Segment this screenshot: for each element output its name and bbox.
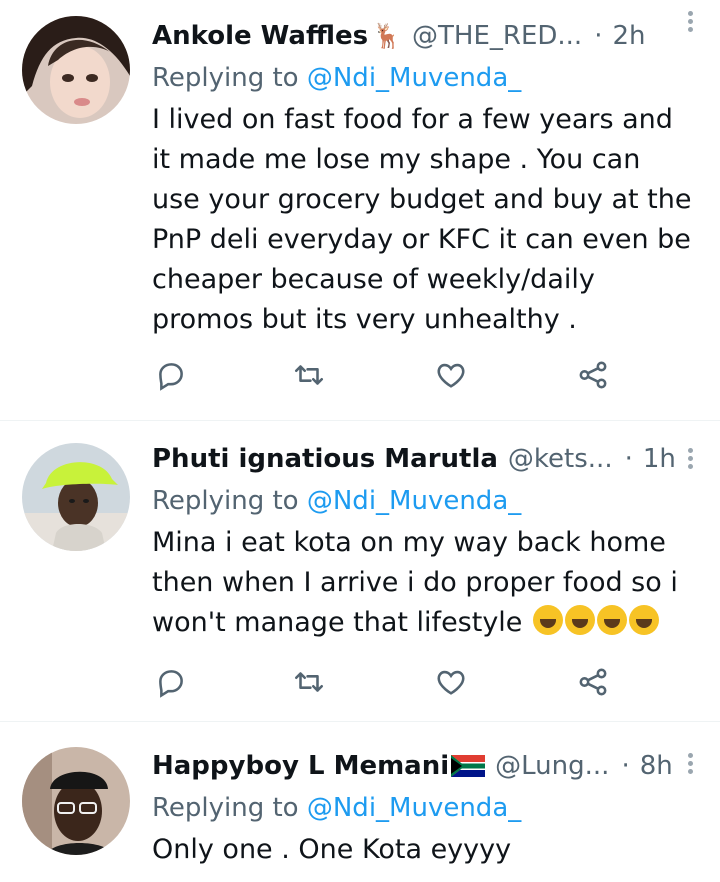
reply-icon[interactable] — [154, 665, 194, 705]
tweet-actions — [152, 665, 632, 705]
avatar[interactable] — [22, 747, 130, 855]
like-icon[interactable] — [434, 358, 474, 398]
replying-to: Replying to @Ndi_Muvenda_ — [152, 58, 704, 98]
replying-to: Replying to @Ndi_Muvenda_ — [152, 481, 704, 521]
user-handle[interactable]: @THE_RED... — [412, 21, 582, 51]
separator-dot: · — [594, 21, 603, 51]
laughing-emoji — [565, 605, 596, 635]
deer-emoji: 🦌 — [372, 22, 403, 50]
reply-icon[interactable] — [154, 358, 194, 398]
display-name[interactable]: Phuti ignatious Marutla — [152, 444, 498, 474]
laughing-emoji — [629, 605, 660, 635]
mention-link[interactable]: @Ndi_Muvenda_ — [307, 486, 521, 516]
laughing-emojis — [531, 605, 660, 638]
retweet-icon[interactable] — [292, 665, 332, 705]
user-handle[interactable]: @Lung... — [495, 751, 609, 781]
laughing-emoji — [533, 605, 564, 635]
retweet-icon[interactable] — [292, 358, 332, 398]
tweet[interactable]: Happyboy L Memani @Lung... · 8h Replying… — [0, 722, 720, 882]
separator-dot: · — [624, 444, 633, 474]
more-options-icon[interactable] — [678, 8, 702, 36]
timestamp[interactable]: 2h — [612, 21, 645, 51]
timestamp[interactable]: 8h — [640, 751, 673, 781]
mention-link[interactable]: @Ndi_Muvenda_ — [307, 793, 521, 823]
share-icon[interactable] — [576, 665, 616, 705]
replying-prefix: Replying to — [152, 793, 307, 823]
display-name[interactable]: Happyboy L Memani — [152, 751, 449, 781]
tweet-text: Mina i eat kota on my way back home then… — [152, 523, 692, 643]
like-icon[interactable] — [434, 665, 474, 705]
mention-link[interactable]: @Ndi_Muvenda_ — [307, 63, 521, 93]
more-options-icon[interactable] — [678, 445, 702, 473]
separator-dot: · — [621, 751, 630, 781]
avatar[interactable] — [22, 443, 130, 551]
tweet-text: I lived on fast food for a few years and… — [152, 104, 692, 335]
replying-prefix: Replying to — [152, 63, 307, 93]
more-options-icon[interactable] — [678, 750, 702, 778]
timestamp[interactable]: 1h — [643, 444, 676, 474]
laughing-emoji — [597, 605, 628, 635]
replying-prefix: Replying to — [152, 486, 307, 516]
tweet-text: Only one . One Kota eyyyy — [152, 834, 512, 865]
south-africa-flag-icon — [451, 755, 486, 777]
user-handle[interactable]: @kets... — [508, 444, 613, 474]
tweet[interactable]: Ankole Waffles 🦌 @THE_RED... · 2h Replyi… — [0, 0, 720, 421]
replying-to: Replying to @Ndi_Muvenda_ — [152, 788, 704, 828]
tweet[interactable]: Phuti ignatious Marutla @kets... · 1h Re… — [0, 421, 720, 722]
avatar[interactable] — [22, 16, 130, 124]
tweet-actions — [152, 358, 632, 398]
display-name[interactable]: Ankole Waffles — [152, 21, 368, 51]
share-icon[interactable] — [576, 358, 616, 398]
